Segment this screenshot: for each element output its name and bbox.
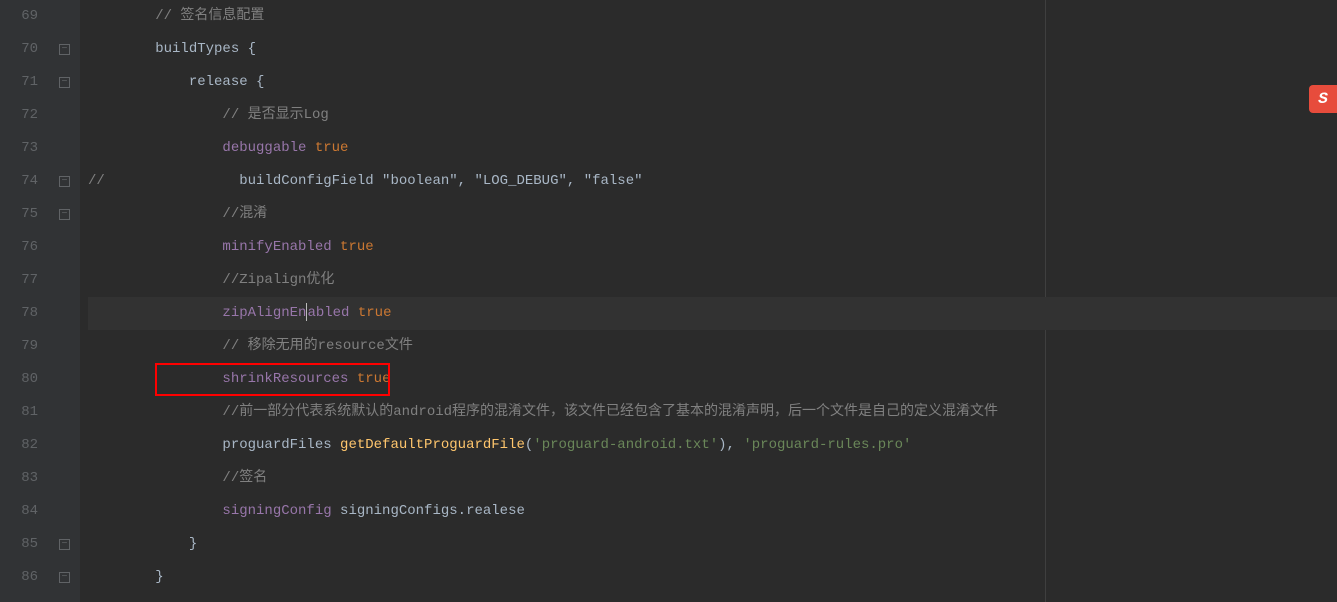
fold-toggle-icon[interactable]	[59, 176, 70, 187]
line-number: 85	[0, 528, 38, 561]
code-method: getDefaultProguardFile	[340, 437, 525, 453]
code-comment: //签名	[222, 470, 267, 486]
code-line[interactable]: //前一部分代表系统默认的android程序的混淆文件，该文件已经包含了基本的混…	[88, 396, 1337, 429]
code-text: proguardFiles	[222, 437, 340, 453]
side-badge-icon[interactable]: S	[1309, 85, 1337, 113]
fold-toggle-icon[interactable]	[59, 77, 70, 88]
line-number: 70	[0, 33, 38, 66]
code-text: release {	[189, 74, 265, 90]
text-cursor	[306, 303, 307, 321]
code-value: true	[340, 239, 374, 255]
fold-toggle-icon[interactable]	[59, 209, 70, 220]
code-value: true	[358, 305, 392, 321]
code-text: buildConfigField "boolean", "LOG_DEBUG",…	[239, 173, 642, 189]
code-comment: // 签名信息配置	[155, 8, 264, 24]
code-line[interactable]: // 签名信息配置	[88, 0, 1337, 33]
line-number: 84	[0, 495, 38, 528]
code-line[interactable]: }	[88, 528, 1337, 561]
code-line[interactable]: buildTypes {	[88, 33, 1337, 66]
code-line[interactable]: debuggable true	[88, 132, 1337, 165]
fold-gutter	[50, 0, 80, 602]
code-value: true	[357, 371, 391, 387]
line-number: 81	[0, 396, 38, 429]
code-comment: //混淆	[222, 206, 267, 222]
fold-toggle-icon[interactable]	[59, 44, 70, 55]
line-number: 73	[0, 132, 38, 165]
code-text: signingConfigs.realese	[340, 503, 525, 519]
code-property: minifyEnabled	[222, 239, 331, 255]
code-text: buildTypes {	[155, 41, 256, 57]
code-comment: //Zipalign优化	[222, 272, 334, 288]
code-line[interactable]: signingConfig signingConfigs.realese	[88, 495, 1337, 528]
line-number: 72	[0, 99, 38, 132]
line-number: 75	[0, 198, 38, 231]
code-content[interactable]: // 签名信息配置 buildTypes { release { // 是否显示…	[80, 0, 1337, 602]
line-number: 78	[0, 297, 38, 330]
code-value: true	[315, 140, 349, 156]
line-number: 77	[0, 264, 38, 297]
code-comment: // 是否显示Log	[222, 107, 328, 123]
comment-prefix: //	[88, 173, 105, 189]
code-string: 'proguard-android.txt'	[533, 437, 718, 453]
code-line[interactable]: shrinkResources true	[88, 363, 1337, 396]
code-line[interactable]: }	[88, 561, 1337, 594]
code-line[interactable]: release {	[88, 66, 1337, 99]
code-line[interactable]: // 是否显示Log	[88, 99, 1337, 132]
code-editor[interactable]: 69 70 71 72 73 74 75 76 77 78 79 80 81 8…	[0, 0, 1337, 602]
line-number: 80	[0, 363, 38, 396]
code-property: abled	[307, 305, 349, 321]
code-line[interactable]: proguardFiles getDefaultProguardFile('pr…	[88, 429, 1337, 462]
code-line-current[interactable]: zipAlignEnabled true	[88, 297, 1337, 330]
line-number: 83	[0, 462, 38, 495]
code-brace: }	[155, 569, 163, 585]
fold-toggle-icon[interactable]	[59, 572, 70, 583]
code-line[interactable]: //Zipalign优化	[88, 264, 1337, 297]
line-number-gutter: 69 70 71 72 73 74 75 76 77 78 79 80 81 8…	[0, 0, 50, 602]
code-brace: }	[189, 536, 197, 552]
code-line[interactable]: minifyEnabled true	[88, 231, 1337, 264]
code-line[interactable]: // buildConfigField "boolean", "LOG_DEBU…	[88, 165, 1337, 198]
code-line[interactable]: //混淆	[88, 198, 1337, 231]
line-number: 86	[0, 561, 38, 594]
code-line[interactable]: // 移除无用的resource文件	[88, 330, 1337, 363]
code-comment: //前一部分代表系统默认的android程序的混淆文件，该文件已经包含了基本的混…	[222, 404, 998, 420]
code-property: shrinkResources	[222, 371, 348, 387]
fold-toggle-icon[interactable]	[59, 539, 70, 550]
line-number: 79	[0, 330, 38, 363]
code-string: 'proguard-rules.pro'	[743, 437, 911, 453]
code-property: debuggable	[222, 140, 306, 156]
line-number: 71	[0, 66, 38, 99]
code-comment: // 移除无用的resource文件	[222, 338, 412, 354]
line-number: 69	[0, 0, 38, 33]
line-number: 82	[0, 429, 38, 462]
line-number: 76	[0, 231, 38, 264]
code-property: zipAlignEn	[222, 305, 306, 321]
code-line[interactable]: //签名	[88, 462, 1337, 495]
code-property: signingConfig	[222, 503, 331, 519]
line-number: 74	[0, 165, 38, 198]
